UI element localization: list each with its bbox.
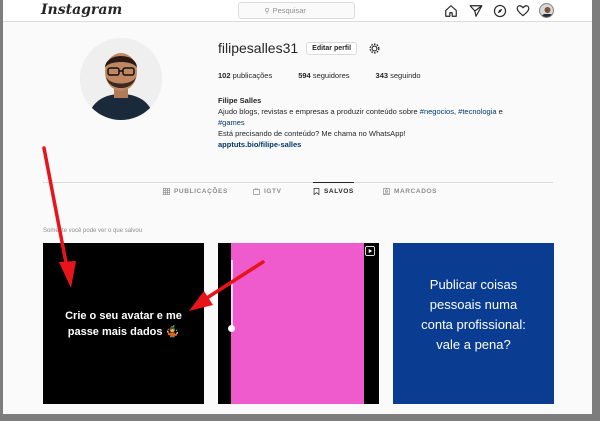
explore-icon[interactable] — [493, 4, 507, 18]
hashtag-tecnologia[interactable]: #tecnologia — [458, 107, 496, 116]
tab-igtv[interactable]: IGTV — [253, 188, 282, 195]
home-icon[interactable] — [444, 4, 458, 18]
tab-marcados[interactable]: MARCADOS — [383, 188, 437, 195]
profile-username: filipesalles31 — [218, 40, 299, 56]
reel-progress-dot — [228, 325, 235, 332]
reel-progress-bar — [231, 260, 233, 330]
stat-posts[interactable]: 102 publicações — [218, 71, 272, 80]
bookmark-icon — [313, 188, 320, 195]
instagram-logo[interactable]: Instagram — [41, 2, 122, 18]
search-box[interactable]: ⚲ — [238, 2, 355, 19]
tabs-divider — [43, 182, 553, 183]
profile-full-name: Filipe Salles — [218, 96, 262, 105]
grid-icon — [163, 188, 170, 195]
search-input[interactable] — [272, 6, 329, 15]
tab-salvos[interactable]: SALVOS — [313, 182, 354, 195]
reel-thumbnail — [231, 243, 364, 404]
stat-following[interactable]: 343 seguindo — [376, 71, 421, 80]
post-caption: Crie o seu avatar e me passe mais dados … — [65, 310, 182, 338]
tagged-icon — [383, 188, 390, 195]
saved-post-professional[interactable]: Publicar coisas pessoais numa conta prof… — [393, 243, 554, 404]
profile-bio: Filipe Salles Ajudo blogs, revistas e em… — [218, 95, 578, 150]
profile-avatar[interactable] — [539, 3, 554, 18]
stat-followers[interactable]: 594 seguidores — [298, 71, 349, 80]
saved-post-avatar[interactable]: Crie o seu avatar e me passe mais dados … — [43, 243, 204, 404]
hashtag-negocios[interactable]: #negocios — [420, 107, 454, 116]
activity-icon[interactable] — [516, 4, 530, 18]
saved-privacy-notice: Somente você pode ver o que salvou — [43, 228, 143, 234]
bio-line: #games — [218, 117, 578, 128]
direct-icon[interactable] — [469, 4, 483, 18]
post-caption: Publicar coisas pessoais numa conta prof… — [421, 277, 526, 352]
hashtag-games[interactable]: #games — [218, 118, 245, 127]
search-icon: ⚲ — [264, 7, 270, 15]
tab-publicacoes[interactable]: PUBLICAÇÕES — [163, 188, 228, 195]
profile-header: filipesalles31 Editar perfil — [218, 40, 381, 56]
browser-page: Instagram ⚲ Pesquisar filipesalles31 Edi… — [3, 0, 592, 414]
bio-link[interactable]: apptuts.bio/filipe-salles — [218, 139, 578, 150]
saved-post-reel[interactable] — [218, 243, 379, 404]
top-navbar: Instagram ⚲ — [3, 0, 592, 22]
reel-icon — [365, 246, 375, 256]
profile-stats: 102 publicações 594 seguidores 343 segui… — [218, 71, 447, 80]
gear-icon[interactable] — [368, 42, 381, 55]
bio-line: Ajudo blogs, revistas e empresas a produ… — [218, 107, 503, 116]
edit-profile-button[interactable]: Editar perfil — [306, 41, 358, 55]
profile-picture[interactable] — [80, 38, 162, 120]
bio-line: Está precisando de conteúdo? Me chama no… — [218, 129, 406, 138]
igtv-icon — [253, 188, 260, 195]
